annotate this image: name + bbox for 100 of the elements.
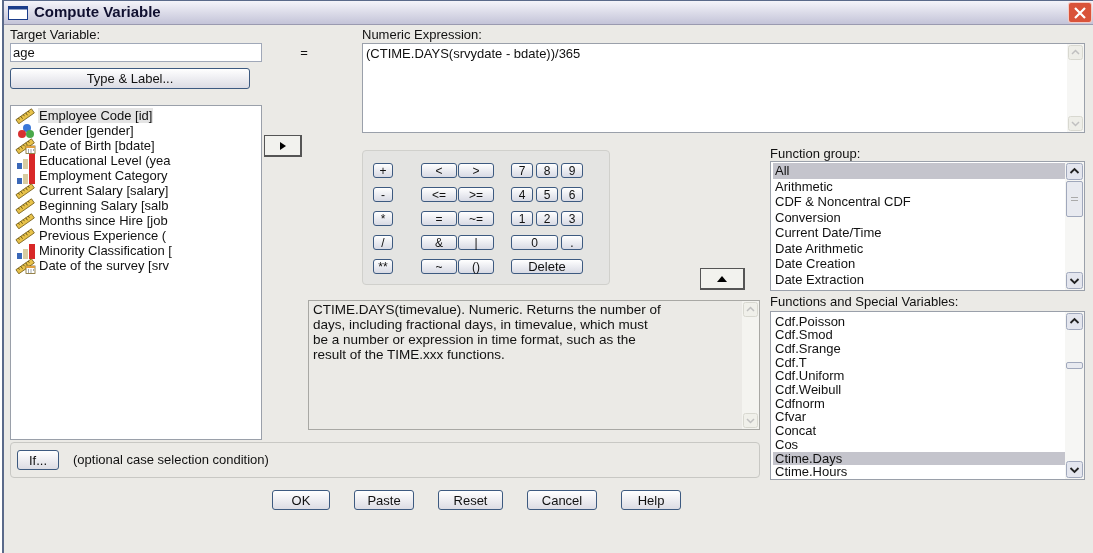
function-group-item[interactable]: Arithmetic (773, 178, 1065, 194)
function-item[interactable]: Cfvar (773, 410, 1065, 425)
variable-item[interactable]: Employee Code [id] (38, 108, 154, 123)
function-item[interactable]: Cdf.Uniform (773, 369, 1065, 384)
variable-item[interactable]: Beginning Salary [salb (38, 198, 170, 213)
scroll-up-icon[interactable] (1066, 312, 1083, 330)
keypad-key[interactable]: () (458, 259, 494, 274)
keypad-key[interactable]: 7 (511, 163, 533, 178)
keypad-key[interactable]: * (373, 211, 393, 226)
dialog-button[interactable]: Reset (438, 490, 503, 510)
keypad-key[interactable]: 2 (536, 211, 558, 226)
variable-item[interactable]: Months since Hire [job (38, 213, 169, 228)
keypad-key[interactable]: = (421, 211, 457, 226)
variable-item[interactable]: Employment Category (38, 168, 169, 183)
keypad-key[interactable]: | (458, 235, 494, 250)
condition-text: (optional case selection condition) (73, 451, 269, 470)
target-variable-field[interactable]: age (10, 43, 262, 62)
variable-item[interactable]: Previous Experience ( (38, 228, 168, 243)
keypad-key[interactable]: 8 (536, 163, 558, 178)
dialog-button[interactable]: Cancel (527, 490, 597, 510)
window-icon (8, 5, 28, 20)
function-group-item[interactable]: Current Date/Time (773, 225, 1065, 241)
dialog-button[interactable]: Paste (354, 490, 414, 510)
keypad-key[interactable]: >= (458, 187, 494, 202)
circles-icon (15, 122, 37, 139)
function-group-item[interactable]: All (773, 163, 1065, 179)
function-item[interactable]: Cdf.T (773, 355, 1065, 370)
keypad-key[interactable]: ~ (421, 259, 457, 274)
keypad-key[interactable]: < (421, 163, 457, 178)
ruler-icon (15, 107, 37, 124)
variable-item[interactable]: Current Salary [salary] (38, 183, 170, 198)
keypad-key[interactable]: 1 (511, 211, 533, 226)
function-group-item[interactable]: Date Extraction (773, 271, 1065, 287)
scroll-thumb[interactable] (1066, 181, 1083, 217)
bar-chart-icon (15, 167, 37, 184)
function-group-item[interactable]: Date Arithmetic (773, 240, 1065, 256)
ruler-calendar-icon (15, 257, 37, 274)
keypad-key[interactable]: 0 (511, 235, 558, 250)
insert-function-button[interactable] (700, 268, 745, 290)
keypad-key[interactable]: <= (421, 187, 457, 202)
keypad-key[interactable]: ** (373, 259, 393, 274)
keypad-key[interactable]: / (373, 235, 393, 250)
ruler-calendar-icon (15, 137, 37, 154)
variable-item[interactable]: Minority Classification [ (38, 243, 173, 258)
function-item[interactable]: Cdfnorm (773, 396, 1065, 411)
keypad-key[interactable]: . (561, 235, 583, 250)
function-item[interactable]: Cos (773, 437, 1065, 452)
function-item[interactable]: Cdf.Poisson (773, 314, 1065, 329)
variable-item[interactable]: Educational Level (yea (38, 153, 172, 168)
type-label-button[interactable]: Type & Label... (10, 68, 250, 89)
scroll-up-icon[interactable] (1066, 163, 1083, 180)
function-item[interactable]: Cdf.Smod (773, 328, 1065, 342)
function-item[interactable]: Concat (773, 424, 1065, 438)
equals-sign: = (300, 44, 308, 62)
function-item[interactable]: Ctime.Days (773, 451, 1065, 466)
ruler-icon (15, 227, 37, 244)
keypad-key[interactable]: Delete (511, 259, 583, 274)
field-label: Target Variable: (10, 28, 102, 42)
variable-item[interactable]: Date of Birth [bdate] (38, 138, 156, 153)
variable-item[interactable]: Gender [gender] (38, 123, 135, 138)
keypad-key[interactable]: 4 (511, 187, 533, 202)
function-item[interactable]: Cdf.Srange (773, 341, 1065, 356)
function-description: CTIME.DAYS(timevalue). Numeric. Returns the number of days, including fractional days, in timevalue, which must be a number or expression in time format, such as the result of the TIME.xxx functions. (312, 301, 662, 362)
keypad-key[interactable]: 6 (561, 187, 583, 202)
function-item[interactable]: Ctime.Hours (773, 465, 1065, 479)
dialog-button[interactable]: OK (272, 490, 330, 510)
function-group-item[interactable]: Conversion (773, 209, 1065, 225)
keypad-key[interactable]: 9 (561, 163, 583, 178)
function-group-item[interactable]: CDF & Noncentral CDF (773, 194, 1065, 210)
expression-text: (CTIME.DAYS(srvydate - bdate))/365 (365, 45, 582, 61)
function-group-item[interactable]: Date Creation (773, 256, 1065, 272)
field-label: Numeric Expression: (362, 28, 483, 42)
scroll-down-icon[interactable] (1066, 271, 1083, 289)
list-label: Function group: (770, 147, 862, 161)
bar-chart-icon (15, 242, 37, 259)
scroll-up-icon (1068, 45, 1083, 60)
ruler-icon (15, 182, 37, 199)
close-icon (1074, 6, 1086, 19)
close-button[interactable] (1068, 2, 1092, 23)
variable-item[interactable]: Date of the survey [srv (38, 258, 171, 273)
dialog-button[interactable]: Help (621, 490, 681, 510)
keypad-key[interactable]: 3 (561, 211, 583, 226)
keypad-key[interactable]: + (373, 163, 393, 178)
ruler-icon (15, 212, 37, 229)
keypad-key[interactable]: ~= (458, 211, 494, 226)
keypad-key[interactable]: - (373, 187, 393, 202)
bar-chart-icon (15, 152, 37, 169)
keypad-key[interactable]: & (421, 235, 457, 250)
scroll-thumb[interactable] (1066, 361, 1083, 369)
if-button[interactable]: If... (17, 450, 59, 470)
up-triangle-icon (717, 275, 727, 282)
expression-box[interactable]: (CTIME.DAYS(srvydate - bdate))/365 (362, 43, 1085, 133)
scroll-down-icon[interactable] (1066, 461, 1083, 478)
window-title: Compute Variable (34, 2, 161, 23)
move-button[interactable] (264, 135, 302, 157)
list-label: Functions and Special Variables: (770, 294, 960, 309)
function-item[interactable]: Cdf.Weibull (773, 383, 1065, 397)
scroll-down-icon (1068, 116, 1083, 131)
keypad-key[interactable]: > (458, 163, 494, 178)
keypad-key[interactable]: 5 (536, 187, 558, 202)
